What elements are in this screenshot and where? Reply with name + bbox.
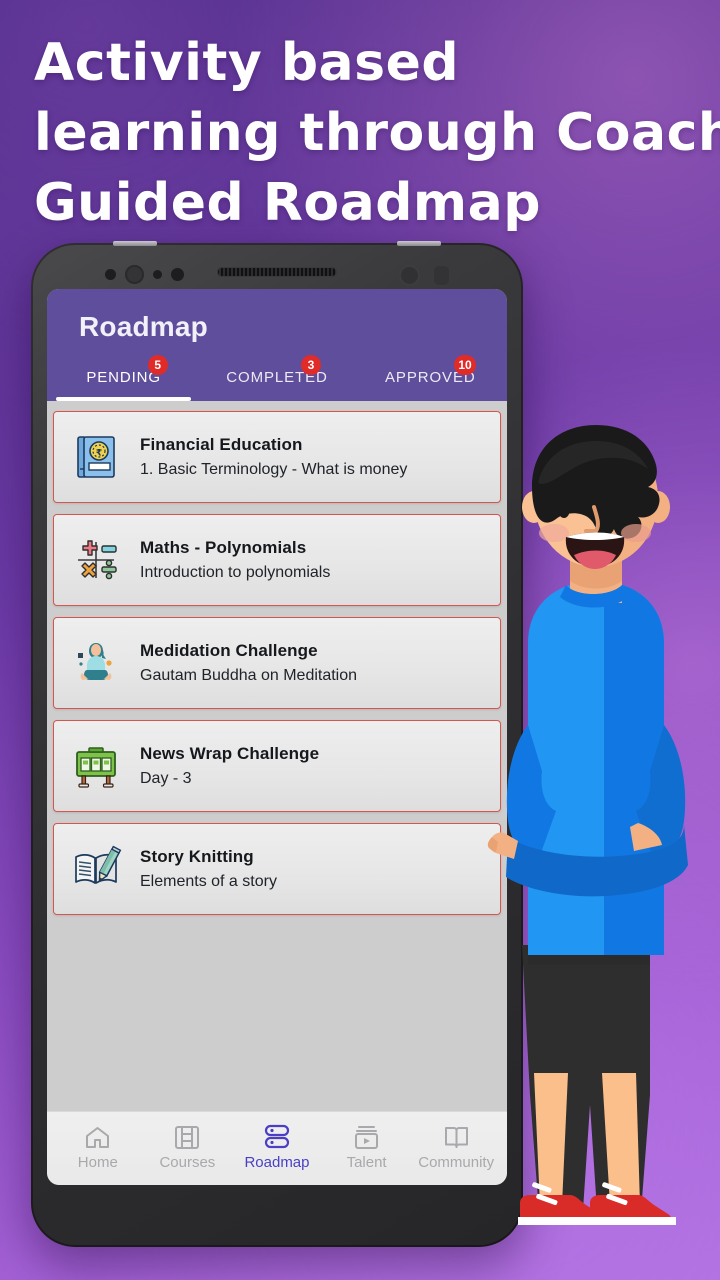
roadmap-icon <box>262 1124 292 1150</box>
nav-label-courses: Courses <box>159 1154 216 1171</box>
card-subtitle: Elements of a story <box>140 873 277 890</box>
meditation-icon <box>68 635 124 691</box>
illustration-smiling-boy <box>470 425 720 1280</box>
card-title: Financial Education <box>140 435 303 454</box>
bottom-navigation-bar: Home Courses Roadmap Talent Community <box>47 1111 507 1185</box>
app-header: Roadmap 5 PENDING 3 COMPLETED 10 APPROVE… <box>47 289 507 401</box>
card-text: Story Knitting Elements of a story <box>140 847 277 891</box>
roadmap-task-list: ₹ Financial Education 1. Basic Terminolo… <box>47 401 507 1111</box>
tab-approved-badge: 10 <box>454 355 476 375</box>
table-row[interactable]: Medidation Challenge Gautam Buddha on Me… <box>53 617 501 709</box>
tab-completed-badge: 3 <box>300 355 321 375</box>
headline-line-1: Activity based <box>34 33 460 93</box>
book-pencil-icon <box>68 841 124 897</box>
svg-text:₹: ₹ <box>96 449 102 459</box>
card-title: Medidation Challenge <box>140 641 318 660</box>
open-book-icon <box>441 1124 471 1150</box>
phone-screen: Roadmap 5 PENDING 3 COMPLETED 10 APPROVE… <box>47 289 507 1185</box>
earpiece-speaker-icon <box>217 267 337 277</box>
table-row[interactable]: ₹ Financial Education 1. Basic Terminolo… <box>53 411 501 503</box>
headline-line-2: learning through Coach <box>34 103 720 163</box>
card-subtitle: Introduction to polynomials <box>140 564 331 581</box>
sensor-ring-icon <box>399 265 420 286</box>
video-play-icon <box>352 1124 382 1150</box>
home-icon <box>83 1124 113 1150</box>
nav-item-talent[interactable]: Talent <box>322 1124 412 1171</box>
table-row[interactable]: Maths - Polynomials Introduction to poly… <box>53 514 501 606</box>
tab-approved[interactable]: 10 APPROVED <box>354 355 507 401</box>
nav-label-talent: Talent <box>346 1154 387 1171</box>
tab-bar: 5 PENDING 3 COMPLETED 10 APPROVED <box>47 355 507 401</box>
nav-item-courses[interactable]: Courses <box>143 1124 233 1171</box>
card-title: News Wrap Challenge <box>140 744 320 763</box>
page-title: Roadmap <box>79 311 208 342</box>
card-text: Medidation Challenge Gautam Buddha on Me… <box>140 641 357 685</box>
card-text: Maths - Polynomials Introduction to poly… <box>140 538 330 582</box>
page-headline: Activity based learning through Coach Gu… <box>34 28 720 238</box>
tab-completed[interactable]: 3 COMPLETED <box>200 355 353 401</box>
light-sensor-icon <box>171 268 184 281</box>
newsstand-icon <box>68 738 124 794</box>
nav-item-roadmap[interactable]: Roadmap <box>232 1124 322 1171</box>
sensor-square-icon <box>434 266 449 285</box>
front-camera-cluster <box>105 265 184 284</box>
phone-top-bezel <box>31 243 523 289</box>
card-subtitle: Day - 3 <box>140 770 192 787</box>
nav-label-roadmap: Roadmap <box>244 1154 310 1171</box>
film-icon <box>172 1124 202 1150</box>
iris-scanner-icon <box>125 265 144 284</box>
card-title: Maths - Polynomials <box>140 538 307 557</box>
phone-mockup: Roadmap 5 PENDING 3 COMPLETED 10 APPROVE… <box>31 241 523 1247</box>
nav-label-home: Home <box>77 1154 118 1171</box>
card-text: News Wrap Challenge Day - 3 <box>140 744 319 788</box>
table-row[interactable]: Story Knitting Elements of a story <box>53 823 501 915</box>
proximity-sensor-icon <box>153 270 162 279</box>
active-tab-indicator <box>56 397 192 401</box>
card-subtitle: Gautam Buddha on Meditation <box>140 667 358 684</box>
math-symbols-icon <box>68 532 124 588</box>
tab-pending-badge: 5 <box>147 355 168 375</box>
headline-line-3: Guided Roadmap <box>34 173 541 233</box>
tab-pending[interactable]: 5 PENDING <box>47 355 200 401</box>
right-sensor-cluster <box>399 265 449 286</box>
table-row[interactable]: News Wrap Challenge Day - 3 <box>53 720 501 812</box>
card-subtitle: 1. Basic Terminology - What is money <box>140 461 408 478</box>
card-title: Story Knitting <box>140 847 254 866</box>
nav-item-home[interactable]: Home <box>53 1124 143 1171</box>
camera-lens-icon <box>105 269 116 280</box>
book-rupee-icon: ₹ <box>68 429 124 485</box>
card-text: Financial Education 1. Basic Terminology… <box>140 435 407 479</box>
